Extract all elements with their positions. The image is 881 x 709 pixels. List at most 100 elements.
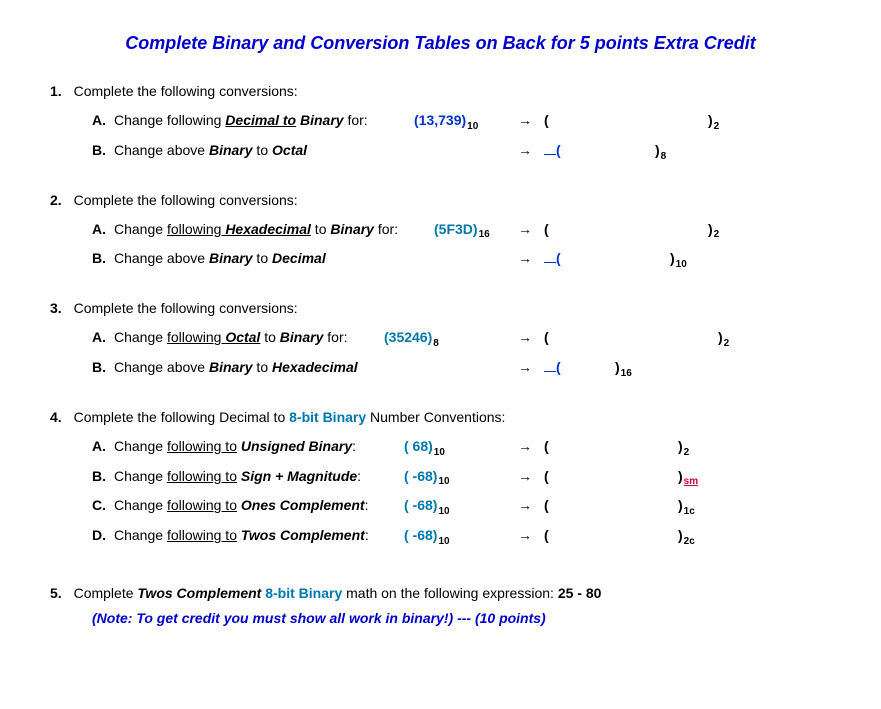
q3b-open-paren: ( (556, 357, 570, 378)
q2a-label: A. (92, 219, 106, 240)
q4d-pre: Change (114, 527, 167, 543)
q3a-pre: Change (114, 329, 167, 345)
q3b-close-sub: 16 (621, 368, 632, 379)
q2a-pre: Change (114, 221, 167, 237)
q4a-pre: Change (114, 438, 167, 454)
q4a-open-paren: ( (544, 436, 558, 457)
q4c-text: Change following to Ones Complement: (114, 495, 404, 516)
q4-header-pre: Complete the following Decimal to (74, 409, 290, 425)
q4b-signmag: Sign + Magnitude (237, 468, 357, 484)
q2-header: 2. Complete the following conversions: (50, 190, 831, 211)
q1a-close: )2 (708, 110, 719, 134)
q2b-pre: Change above (114, 250, 209, 266)
q3a-close-paren: ) (718, 329, 723, 345)
q3b-label: B. (92, 357, 106, 378)
q4c-val-num: ( -68) (404, 497, 437, 513)
q4d-colon: : (365, 527, 369, 543)
q1b-close-paren: ) (655, 142, 660, 158)
q4a-colon: : (352, 438, 356, 454)
q5-note: (Note: To get credit you must show all w… (92, 608, 831, 629)
q1-number: 1. (50, 83, 62, 99)
q3a-value: (35246)8 (384, 327, 514, 351)
q3b-hex: Hexadecimal (272, 359, 358, 375)
q4a-close-sub: 2 (684, 447, 690, 458)
arrow-icon: → (518, 248, 540, 269)
q2b-blank-line (544, 251, 556, 264)
q1b-label: B. (92, 140, 106, 161)
q2-b: B. Change above Binary to Decimal → ( )1… (92, 248, 831, 272)
q4d-following: following to (167, 527, 237, 543)
q4b-close-paren: ) (678, 468, 683, 484)
q4d-label: D. (92, 525, 106, 546)
q5-expression: 25 - 80 (558, 585, 602, 601)
q1a-val-num: (13,739) (414, 112, 466, 128)
q3a-val-num: (35246) (384, 329, 432, 345)
q3b-blank-line (544, 359, 556, 372)
q4-8bit: 8-bit Binary (289, 409, 366, 425)
q2a-close-paren: ) (708, 221, 713, 237)
q3a-text: Change following Octal to Binary for: (114, 327, 384, 348)
q1-b: B. Change above Binary to Octal → ( )8 (92, 140, 831, 164)
q5-8bit: 8-bit Binary (265, 585, 342, 601)
q4a-following: following to (167, 438, 237, 454)
q4c-value: ( -68)10 (404, 495, 514, 519)
question-2: 2. Complete the following conversions: A… (50, 190, 831, 273)
question-5: 5. Complete Twos Complement 8-bit Binary… (50, 583, 831, 629)
q2a-following: following (167, 221, 225, 237)
q5-post: math on the following expression: (342, 585, 558, 601)
q3b-mid: to (253, 359, 272, 375)
q1b-close-sub: 8 (661, 151, 667, 162)
page-title: Complete Binary and Conversion Tables on… (50, 30, 831, 57)
q3a-label: A. (92, 327, 106, 348)
q3b-binary: Binary (209, 359, 253, 375)
q3b-pre: Change above (114, 359, 209, 375)
q1a-post: for: (344, 112, 368, 128)
q2b-open-paren: ( (556, 248, 570, 269)
q4d-close-paren: ) (678, 527, 683, 543)
q4a-val-num: ( 68) (404, 438, 433, 454)
q4b-open-paren: ( (544, 466, 558, 487)
q2b-close-sub: 10 (676, 259, 687, 270)
q4c-following: following to (167, 497, 237, 513)
q4b-close: )sm (678, 466, 698, 490)
q1b-open-paren: ( (556, 140, 570, 161)
q1-a: A. Change following Decimal to Binary fo… (92, 110, 831, 134)
q3a-open-paren: ( (544, 327, 558, 348)
q2a-val-num: (5F3D) (434, 221, 478, 237)
q3a-val-sub: 8 (433, 338, 439, 349)
q2a-open-paren: ( (544, 219, 558, 240)
q1b-binary: Binary (209, 142, 253, 158)
q1b-text: Change above Binary to Octal (114, 140, 414, 161)
q2a-close-sub: 2 (714, 229, 720, 240)
q2a-mid: to (311, 221, 330, 237)
q4-a: A. Change following to Unsigned Binary: … (92, 436, 831, 460)
q4a-close-paren: ) (678, 438, 683, 454)
q4d-open-paren: ( (544, 525, 558, 546)
q1b-pre: Change above (114, 142, 209, 158)
arrow-icon: → (518, 357, 540, 378)
q2a-val-sub: 16 (479, 229, 490, 240)
q3a-post: for: (323, 329, 347, 345)
arrow-icon: → (518, 466, 540, 487)
q2-number: 2. (50, 192, 62, 208)
q4c-colon: : (365, 497, 369, 513)
q2a-text: Change following Hexadecimal to Binary f… (114, 219, 434, 240)
q4a-close: )2 (678, 436, 689, 460)
q4d-close-sub: 2c (684, 536, 695, 547)
arrow-icon: → (518, 140, 540, 161)
q4a-val-sub: 10 (434, 447, 445, 458)
q2b-close: )10 (670, 248, 687, 272)
question-3: 3. Complete the following conversions: A… (50, 298, 831, 381)
q1a-close-sub: 2 (714, 121, 720, 132)
q2a-hex: Hexadecimal (225, 221, 311, 237)
q2a-post: for: (374, 221, 398, 237)
q4c-close-sub: 1c (684, 506, 695, 517)
q4c-open-paren: ( (544, 495, 558, 516)
q4c-label: C. (92, 495, 106, 516)
q4d-twos: Twos Complement (237, 527, 365, 543)
arrow-icon: → (518, 436, 540, 457)
q4b-close-sub: sm (684, 476, 698, 487)
q5-prompt: Complete Twos Complement 8-bit Binary ma… (74, 585, 602, 601)
q1a-close-paren: ) (708, 112, 713, 128)
q1a-val-sub: 10 (467, 121, 478, 132)
